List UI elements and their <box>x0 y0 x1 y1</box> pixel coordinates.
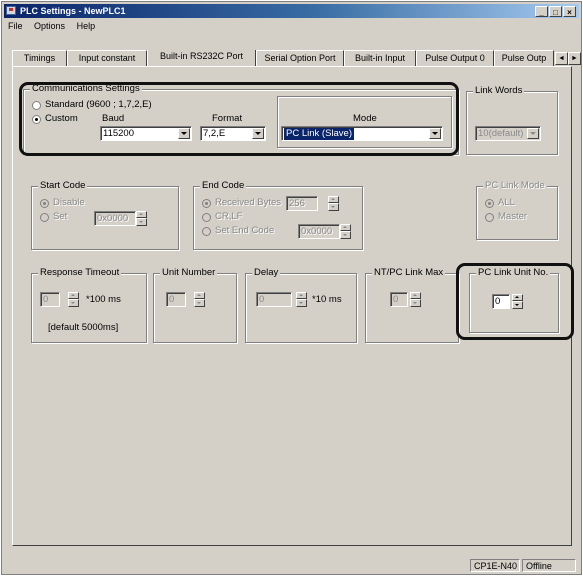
start-code-disable-radio[interactable] <box>40 199 49 208</box>
end-code-group: End Code Received Bytes 256 CR,LF Set En… <box>193 180 363 250</box>
delay-unit: *10 ms <box>312 294 342 305</box>
set-end-code-radio[interactable] <box>202 227 211 236</box>
end-code-title: End Code <box>200 180 247 192</box>
start-code-set-label: Set <box>53 211 68 222</box>
close-icon[interactable]: × <box>563 6 576 17</box>
menu-bar: File Options Help <box>4 19 579 33</box>
pc-link-mode-group: PC Link Mode ALL Master <box>476 180 558 240</box>
delay-input[interactable]: 0 <box>256 292 292 307</box>
delay-spinner[interactable] <box>296 292 307 307</box>
set-end-code-spinner[interactable] <box>340 224 351 239</box>
response-timeout-group: Response Timeout 0 *100 ms [default 5000… <box>31 267 147 343</box>
tab-serial-option-port[interactable]: Serial Option Port <box>256 50 344 66</box>
status-model: CP1E-N40 <box>470 559 520 572</box>
tab-pulse-output-0[interactable]: Pulse Output 0 <box>416 50 494 66</box>
set-end-code-label: Set End Code <box>215 225 275 236</box>
tab-builtin-input[interactable]: Built-in Input <box>344 50 416 66</box>
crlf-label: CR,LF <box>215 211 243 222</box>
menu-options[interactable]: Options <box>34 21 65 31</box>
received-bytes-label: Received Bytes <box>215 197 282 208</box>
pc-link-all-label: ALL <box>498 197 515 208</box>
nt-pc-link-max-input[interactable]: 0 <box>390 292 408 307</box>
highlight-pc-link-unit-no <box>456 263 574 340</box>
response-timeout-input[interactable]: 0 <box>40 292 60 307</box>
tab-timings[interactable]: Timings <box>12 50 67 66</box>
maximize-icon[interactable]: □ <box>549 6 562 17</box>
pc-link-master-label: Master <box>498 211 528 222</box>
nt-pc-link-max-title: NT/PC Link Max <box>372 267 446 279</box>
title-bar[interactable]: PLC Settings - NewPLC1 _ □ × <box>4 4 579 18</box>
tab-scroll-right-icon[interactable]: ► <box>568 52 581 65</box>
response-timeout-title: Response Timeout <box>38 267 122 279</box>
start-code-title: Start Code <box>38 180 88 192</box>
start-code-group: Start Code Disable Set 0x0000 <box>31 180 179 250</box>
delay-group: Delay 0 *10 ms <box>245 267 357 343</box>
link-words-title: Link Words <box>473 85 525 97</box>
link-words-group: Link Words 10(default) <box>466 85 558 155</box>
minimize-icon[interactable]: _ <box>535 6 548 17</box>
start-code-disable-label: Disable <box>53 197 85 208</box>
tab-pulse-output-1[interactable]: Pulse Outp <box>494 50 554 66</box>
menu-file[interactable]: File <box>8 21 23 31</box>
set-end-code-input[interactable]: 0x0000 <box>298 224 340 239</box>
status-bar: CP1E-N40 Offline <box>4 558 579 574</box>
tab-builtin-rs232c-port[interactable]: Built-in RS232C Port <box>147 50 256 66</box>
tab-scroll-left-icon[interactable]: ◄ <box>555 52 568 65</box>
nt-pc-link-max-group: NT/PC Link Max 0 <box>365 267 459 343</box>
app-icon <box>6 6 16 15</box>
nt-pc-link-max-spinner[interactable] <box>410 292 421 307</box>
received-bytes-spinner[interactable] <box>328 196 339 211</box>
pc-link-mode-title: PC Link Mode <box>483 180 547 192</box>
start-code-spinner[interactable] <box>136 211 147 226</box>
chevron-down-icon[interactable] <box>527 128 539 139</box>
plc-settings-window: PLC Settings - NewPLC1 _ □ × File Options … <box>1 1 582 575</box>
tab-strip: Timings Input constant Built-in RS232C P… <box>12 50 569 66</box>
start-code-set-radio[interactable] <box>40 213 49 222</box>
link-words-select[interactable]: 10(default) <box>475 126 541 141</box>
highlight-communications-settings <box>19 82 459 156</box>
link-words-value: 10(default) <box>478 128 524 139</box>
response-timeout-unit: *100 ms <box>86 294 121 305</box>
crlf-radio[interactable] <box>202 213 211 222</box>
start-code-input[interactable]: 0x0000 <box>94 211 136 226</box>
response-timeout-default-note: [default 5000ms] <box>48 322 119 333</box>
unit-number-spinner[interactable] <box>194 292 205 307</box>
status-state: Offline <box>522 559 576 572</box>
window-title: PLC Settings - NewPLC1 <box>20 6 126 16</box>
received-bytes-input[interactable]: 256 <box>286 196 318 211</box>
unit-number-title: Unit Number <box>160 267 218 279</box>
tab-input-constant[interactable]: Input constant <box>67 50 147 66</box>
unit-number-input[interactable]: 0 <box>166 292 186 307</box>
pc-link-all-radio[interactable] <box>485 199 494 208</box>
unit-number-group: Unit Number 0 <box>153 267 237 343</box>
delay-title: Delay <box>252 267 281 279</box>
menu-help[interactable]: Help <box>77 21 96 31</box>
received-bytes-radio[interactable] <box>202 199 211 208</box>
response-timeout-spinner[interactable] <box>68 292 79 307</box>
pc-link-master-radio[interactable] <box>485 213 494 222</box>
